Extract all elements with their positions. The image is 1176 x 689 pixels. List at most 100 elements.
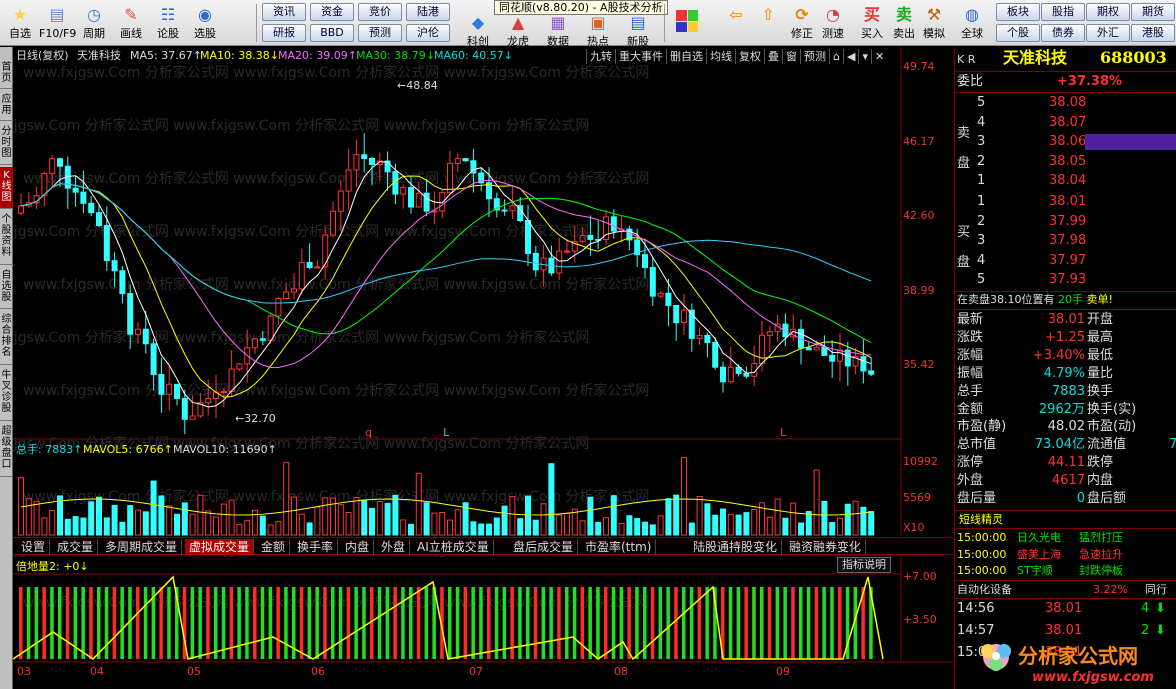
volume-bar	[213, 516, 219, 536]
toolbar-link-button[interactable]: 资金	[310, 3, 354, 21]
toolbar-link-button[interactable]: BBD	[310, 24, 354, 42]
toolbar-link-button[interactable]: 竞价	[358, 3, 402, 21]
elf-stock[interactable]: ST宇顺	[1017, 563, 1053, 579]
indicator-bar	[627, 587, 631, 659]
sector-peer-link[interactable]: 同行	[1145, 582, 1167, 598]
toolbar-back-arrow-button[interactable]: ⇦	[718, 2, 754, 44]
indicator-help-button[interactable]: 指标说明	[837, 557, 891, 573]
indicator-tab[interactable]: 换手率	[293, 539, 339, 555]
sidebar-tab[interactable]: K线图	[0, 167, 13, 209]
toolbar-f10-button[interactable]: ▤ F10/F9	[39, 2, 76, 44]
toolbar-longhu-button[interactable]: ▲ 龙虎	[500, 10, 536, 52]
toolbar-pencil-button[interactable]: ✎ 画线	[113, 2, 149, 44]
sidebar-tab[interactable]: 牛叉诊股	[0, 367, 13, 421]
sidebar-tab[interactable]: 分时图	[0, 123, 13, 165]
toolbar-speed-button[interactable]: ◔ 测速	[815, 2, 851, 44]
indicator-tab[interactable]: 盘后成交量	[509, 539, 579, 555]
toolbar-market-button[interactable]: 债券	[1041, 24, 1085, 42]
indicator-bar	[284, 587, 288, 659]
short-elf-title[interactable]: 短线精灵	[959, 512, 1003, 528]
volume-bar	[501, 505, 508, 536]
chart-tool-button[interactable]: 预测	[800, 49, 829, 64]
ask-price[interactable]: 38.06	[1049, 134, 1086, 150]
toolbar-market-button[interactable]: 股指	[1041, 3, 1085, 21]
indicator-tab[interactable]: AI立桩成交量	[413, 539, 494, 555]
toolbar-hot-button[interactable]: ▣ 热点	[580, 10, 616, 52]
indicator-tab[interactable]: 外盘	[377, 539, 411, 555]
indicator-tab[interactable]: 成交量	[53, 539, 99, 555]
toolbar-globe-button[interactable]: ◍ 全球	[954, 2, 990, 44]
ask-price[interactable]: 38.04	[1049, 173, 1086, 189]
ask-price[interactable]: 38.07	[1049, 115, 1086, 131]
toolbar-forward-arrow-button[interactable]: ⇧	[750, 2, 786, 44]
toolbar-link-button[interactable]: 预测	[358, 24, 402, 42]
indicator-tab[interactable]: 金额	[257, 539, 291, 555]
bid-price[interactable]: 38.01	[1049, 194, 1086, 210]
indicator-tab[interactable]: 融资融券变化	[785, 539, 867, 555]
kline-chart-area[interactable]: www.fxjgsw.Com 分析家公式网 www.fxjgsw.Com 分析家…	[13, 47, 953, 689]
kline-chart-canvas[interactable]: www.fxjgsw.Com 分析家公式网 www.fxjgsw.Com 分析家…	[13, 47, 953, 689]
toolbar-link-button[interactable]: 沪伦	[406, 24, 450, 42]
chart-tool-button[interactable]: 删自选	[666, 49, 706, 64]
volume-bar	[158, 495, 165, 536]
chart-tool-button[interactable]: 均线	[706, 49, 735, 64]
chart-tool-button[interactable]: 叠	[764, 49, 782, 64]
sector-label[interactable]: 自动化设备	[957, 582, 1012, 598]
sidebar-tab[interactable]: 个股资料	[0, 211, 13, 265]
toolbar-discuss-button[interactable]: ☷ 论股	[150, 2, 186, 44]
indicator-tab[interactable]: 内盘	[341, 539, 375, 555]
toolbar-market-button[interactable]: 期权	[1086, 3, 1130, 21]
volume-bar	[813, 469, 820, 536]
event-marker[interactable]: L	[780, 426, 786, 440]
toolbar-link-button[interactable]: 陆港	[406, 3, 450, 21]
bid-price[interactable]: 37.98	[1049, 233, 1086, 249]
indicator-tab[interactable]: 多周期成交量	[101, 539, 183, 555]
toolbar-hammer-button[interactable]: ⚒ 模拟	[916, 2, 952, 44]
ask-price[interactable]: 38.08	[1049, 95, 1086, 111]
watermark-text: www.fxjgsw.Com 分析家公式网 www.fxjgsw.Com 分析家…	[23, 64, 649, 81]
grid-icon[interactable]	[676, 10, 698, 32]
chart-tool-button[interactable]: ▾	[858, 49, 871, 64]
bid-price[interactable]: 37.99	[1049, 214, 1086, 230]
toolbar-market-button[interactable]: 外汇	[1086, 24, 1130, 42]
toolbar-data-grid-button[interactable]: ▦ 数据	[540, 10, 576, 52]
toolbar-buy-button[interactable]: 买买入	[854, 2, 890, 44]
chart-tool-button[interactable]: 重大事件	[615, 49, 666, 64]
sidebar-tab[interactable]: 首页	[0, 59, 13, 89]
chart-tool-button[interactable]: 窗	[782, 49, 800, 64]
elf-stock[interactable]: 盛美上海	[1017, 547, 1061, 563]
toolbar-chart-pick-button[interactable]: ◉ 选股	[187, 2, 223, 44]
bid-price[interactable]: 37.93	[1049, 272, 1086, 288]
elf-stock[interactable]: 日久光电	[1017, 530, 1061, 546]
toolbar-market-button[interactable]: 期货	[1131, 3, 1175, 21]
event-marker[interactable]: L	[443, 426, 449, 440]
sidebar-tab[interactable]: 自选股	[0, 267, 13, 309]
candle-body	[322, 234, 329, 268]
indicator-tab[interactable]: 设置	[17, 539, 51, 555]
candle-body	[166, 383, 173, 395]
toolbar-clock-button[interactable]: ◷ 周期	[76, 2, 112, 44]
bid-price[interactable]: 37.97	[1049, 253, 1086, 269]
toolbar-kechuang-button[interactable]: ◆ 科创	[460, 10, 496, 52]
ask-price[interactable]: 38.05	[1049, 154, 1086, 170]
toolbar-star-button[interactable]: ★ 自选	[2, 2, 38, 44]
chart-tool-button[interactable]: ⌂	[829, 49, 843, 64]
chart-tool-button[interactable]: 复权	[735, 49, 764, 64]
indicator-tab[interactable]: 虚拟成交量	[185, 539, 255, 555]
toolbar-link-button[interactable]: 研报	[262, 24, 306, 42]
toolbar-market-button[interactable]: 个股	[996, 24, 1040, 42]
chart-tool-button[interactable]: ✕	[870, 49, 887, 64]
sidebar-tab[interactable]: 超级盘口	[0, 423, 13, 477]
event-marker[interactable]: q	[365, 426, 372, 440]
chart-tool-button[interactable]: ◀	[842, 49, 858, 64]
toolbar-link-button[interactable]: 资讯	[262, 3, 306, 21]
toolbar-market-button[interactable]: 板块	[996, 3, 1040, 21]
sidebar-tab[interactable]: 应用	[0, 91, 13, 121]
stat-label: 涨停	[957, 455, 984, 471]
indicator-tab[interactable]: 市盈率(ttm)	[581, 539, 657, 555]
indicator-tab[interactable]: 陆股通持股变化	[689, 539, 783, 555]
toolbar-ipo-button[interactable]: ▤ 新股	[620, 10, 656, 52]
chart-tool-button[interactable]: 九转	[586, 49, 615, 64]
toolbar-market-button[interactable]: 港股	[1131, 24, 1175, 42]
sidebar-tab[interactable]: 综合排名	[0, 311, 13, 365]
